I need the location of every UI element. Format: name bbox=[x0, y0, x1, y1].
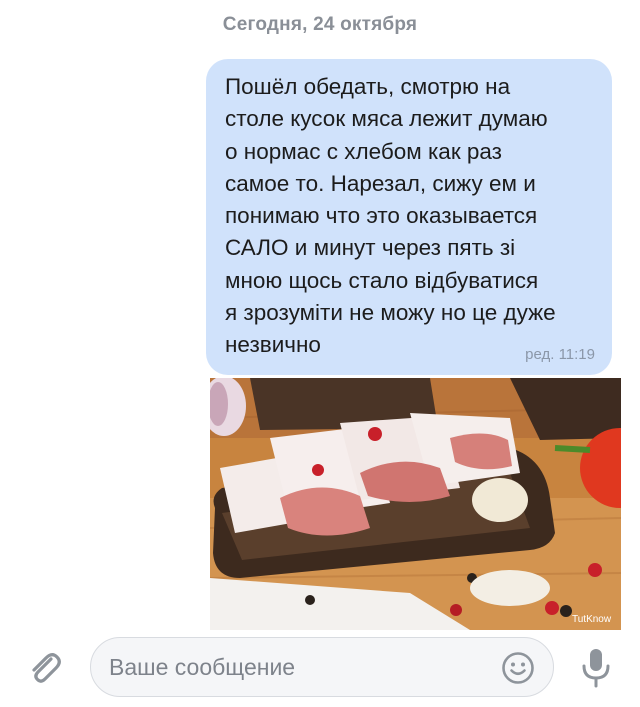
date-separator: Сегодня, 24 октября bbox=[222, 14, 418, 35]
photo-attachment[interactable]: TutKnow bbox=[210, 378, 621, 630]
message-input[interactable]: Ваше сообщение bbox=[90, 637, 554, 697]
message-line: САЛО и минут через пять зі bbox=[225, 235, 516, 261]
message-line: столе кусок мяса лежит думаю bbox=[225, 106, 548, 132]
message-edited-time: ред. 11:19 bbox=[525, 346, 595, 363]
message-line: Пошёл обедать, смотрю на bbox=[225, 74, 511, 99]
message-composer: Ваше сообщение bbox=[0, 630, 640, 707]
message-line: мною щось стало відбуватися bbox=[225, 267, 539, 293]
microphone-icon[interactable] bbox=[579, 646, 613, 690]
message-line: самое то. Нарезал, сижу ем и bbox=[225, 170, 536, 196]
message-line: я зрозуміти не можу но це дуже bbox=[225, 300, 556, 326]
message-input-placeholder: Ваше сообщение bbox=[109, 654, 296, 680]
smile-icon[interactable] bbox=[501, 651, 535, 685]
message-text: Пошёл обедать, смотрю на столе кусок мяс… bbox=[225, 71, 596, 362]
photo-watermark: TutKnow bbox=[572, 614, 612, 625]
photo-salo-on-bread: TutKnow bbox=[210, 378, 621, 630]
outgoing-message-bubble[interactable]: Пошёл обедать, смотрю на столе кусок мяс… bbox=[206, 59, 612, 375]
message-line: о нормас с хлебом как раз bbox=[225, 138, 502, 164]
message-line: понимаю что это оказывается bbox=[225, 203, 538, 229]
paperclip-icon[interactable] bbox=[24, 647, 64, 687]
